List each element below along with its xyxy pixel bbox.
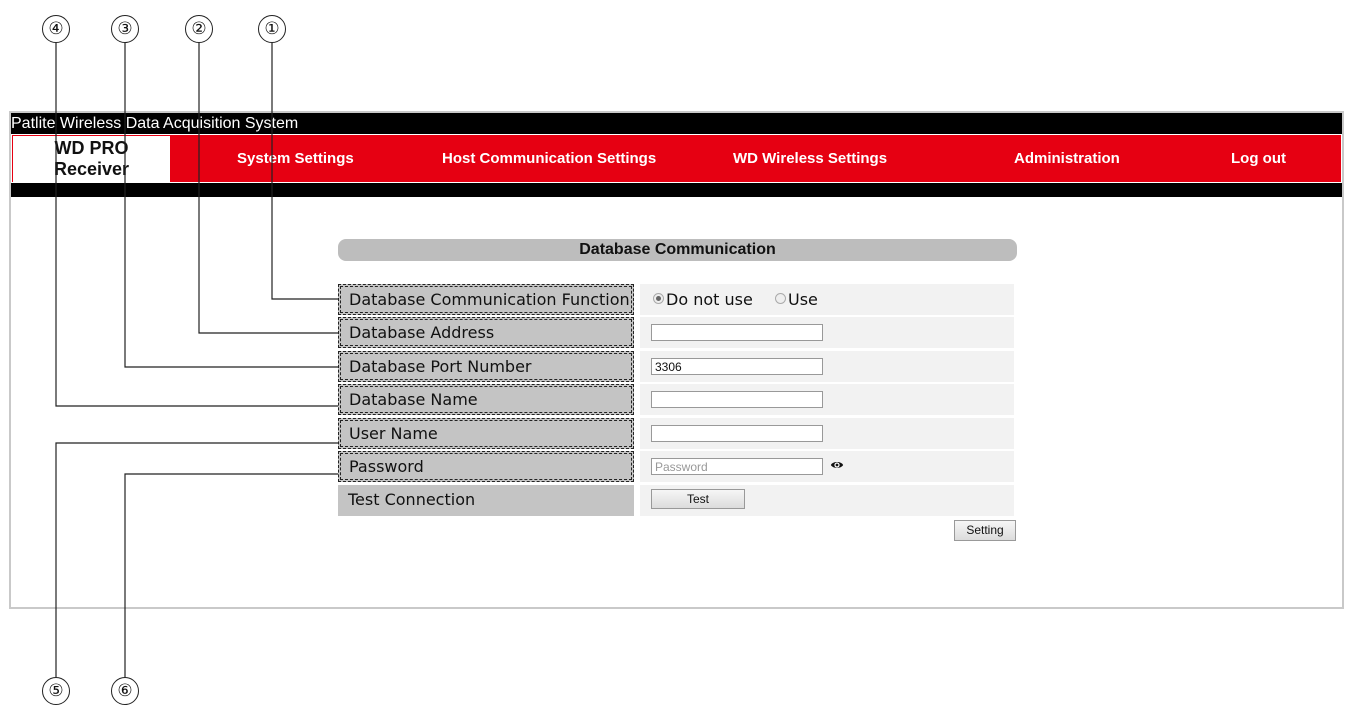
callout-4: ④ <box>42 15 70 43</box>
field-db-port <box>640 351 1014 382</box>
field-db-address <box>640 317 1014 348</box>
radio-use[interactable]: Use <box>775 290 818 309</box>
callout-2: ② <box>185 15 213 43</box>
app-title: Patlite Wireless Data Acquisition System <box>11 115 299 132</box>
header-band: WD PRO Receiver System Settings Host Com… <box>11 134 1342 197</box>
radio-do-not-use-label: Do not use <box>666 290 753 309</box>
nav-host-communication-settings[interactable]: Host Communication Settings <box>442 135 656 182</box>
label-user-name: User Name <box>338 418 634 449</box>
row-password: Password <box>338 451 1014 482</box>
row-user-name: User Name <box>338 418 1014 449</box>
user-name-input[interactable] <box>651 425 823 442</box>
field-user-name <box>640 418 1014 449</box>
field-test-connection: Test <box>640 485 1014 516</box>
callout-1: ① <box>258 15 286 43</box>
row-db-port: Database Port Number <box>338 351 1014 382</box>
radio-do-not-use-indicator[interactable] <box>653 293 664 304</box>
row-test-connection: Test Connection Test <box>338 485 1014 516</box>
callout-5: ⑤ <box>42 677 70 705</box>
label-db-port: Database Port Number <box>338 351 634 382</box>
row-db-name: Database Name <box>338 384 1014 415</box>
nav-wd-wireless-settings[interactable]: WD Wireless Settings <box>733 135 887 182</box>
db-name-input[interactable] <box>651 391 823 408</box>
label-db-name: Database Name <box>338 384 634 415</box>
radio-use-indicator[interactable] <box>775 293 786 304</box>
nav-system-settings[interactable]: System Settings <box>237 135 354 182</box>
db-function-radio-group: Do not use Use <box>653 284 818 315</box>
radio-do-not-use[interactable]: Do not use <box>653 290 753 309</box>
field-password <box>640 451 1014 482</box>
logo: WD PRO Receiver <box>13 136 170 182</box>
row-db-function: Database Communication Function Do not u… <box>338 284 1014 315</box>
password-input[interactable] <box>651 458 823 475</box>
test-button[interactable]: Test <box>651 489 745 509</box>
radio-use-label: Use <box>788 290 818 309</box>
field-db-name <box>640 384 1014 415</box>
row-db-address: Database Address <box>338 317 1014 348</box>
nav-bar: WD PRO Receiver System Settings Host Com… <box>11 134 1342 183</box>
callout-3: ③ <box>111 15 139 43</box>
app-title-bar: Patlite Wireless Data Acquisition System <box>11 113 1342 134</box>
nav-log-out[interactable]: Log out <box>1231 135 1286 182</box>
logo-line-1: WD PRO <box>54 138 129 158</box>
callout-6: ⑥ <box>111 677 139 705</box>
panel-title: Database Communication <box>338 239 1017 261</box>
db-port-input[interactable] <box>651 358 823 375</box>
setting-button[interactable]: Setting <box>954 520 1016 541</box>
label-db-function: Database Communication Function <box>338 284 634 315</box>
db-address-input[interactable] <box>651 324 823 341</box>
nav-administration[interactable]: Administration <box>1014 135 1120 182</box>
label-db-address: Database Address <box>338 317 634 348</box>
label-password: Password <box>338 451 634 482</box>
field-db-function: Do not use Use <box>640 284 1014 315</box>
label-test-connection: Test Connection <box>338 485 634 516</box>
logo-line-2: Receiver <box>53 159 130 179</box>
eye-icon[interactable] <box>830 458 844 472</box>
